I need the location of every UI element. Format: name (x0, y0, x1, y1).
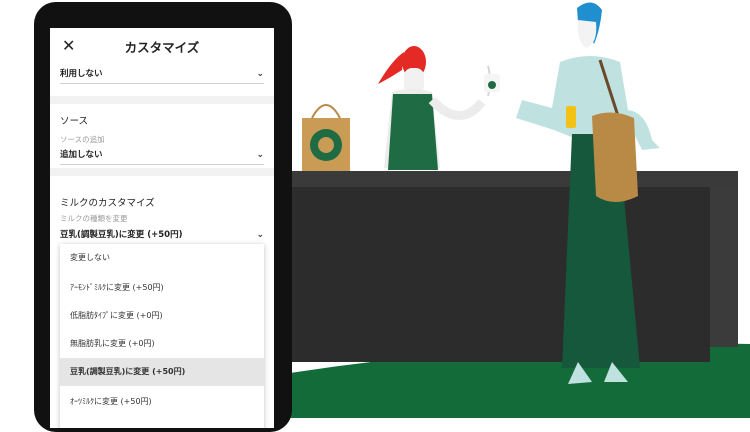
top-option-value: 利用しない (60, 69, 103, 79)
option-label: ｵｰﾂﾐﾙｸに変更 (+50円) (70, 397, 152, 406)
sauce-value: 追加しない (60, 150, 103, 160)
sauce-title: ソース (60, 116, 89, 127)
dropdown-option-selected[interactable]: 豆乳(調製豆乳)に変更 (+50円) (60, 358, 264, 386)
counter-side (710, 187, 738, 347)
barista-figure (378, 46, 500, 170)
milk-dropdown-list: 変更しない ｱｰﾓﾝﾄﾞﾐﾙｸに変更 (+50円) 低脂肪ﾀｲﾌﾟに変更 (+0… (60, 244, 264, 428)
dropdown-option[interactable]: ｱｰﾓﾝﾄﾞﾐﾙｸに変更 (+50円) (60, 274, 264, 302)
option-label: 変更しない (70, 253, 110, 262)
dropdown-option[interactable]: 無脂肪乳に変更 (+0円) (60, 330, 264, 358)
sauce-select[interactable]: 追加しない ⌄ (60, 148, 264, 165)
milk-sublabel: ミルクの種類を変更 (60, 214, 128, 223)
page-title: カスタマイズ (124, 40, 200, 55)
chevron-down-icon: ⌄ (256, 150, 264, 160)
dropdown-option[interactable]: ｵｰﾂﾐﾙｸに変更 (+50円) (60, 388, 264, 416)
top-option-section: 利用しない ⌄ (50, 66, 274, 96)
dropdown-option[interactable]: 低脂肪ﾀｲﾌﾟに変更 (+0円) (60, 302, 264, 330)
dropdown-option[interactable]: 変更しない (60, 244, 264, 272)
chevron-down-icon: ⌄ (256, 69, 264, 79)
customize-screen: ✕ カスタマイズ 利用しない ⌄ ソース ソースの追加 追加しない ⌄ ミルクの… (50, 28, 274, 428)
top-option-select[interactable]: 利用しない ⌄ (60, 67, 264, 84)
chevron-down-icon: ⌄ (256, 230, 264, 240)
option-label: 無脂肪乳に変更 (+0円) (70, 339, 155, 348)
counter-body (290, 187, 710, 362)
paper-bag (302, 104, 350, 171)
option-label: ｱｰﾓﾝﾄﾞﾐﾙｸに変更 (+50円) (70, 283, 164, 292)
milk-title: ミルクのカスタマイズ (60, 198, 155, 209)
milk-select[interactable]: 豆乳(調製豆乳)に変更 (+50円) ⌄ (60, 228, 264, 245)
option-label: 低脂肪ﾀｲﾌﾟに変更 (+0円) (70, 311, 163, 320)
counter-top (290, 171, 738, 187)
top-bar: ✕ カスタマイズ (50, 28, 274, 66)
sauce-sublabel: ソースの追加 (60, 135, 105, 144)
milk-value: 豆乳(調製豆乳)に変更 (+50円) (60, 230, 183, 240)
option-label: 豆乳(調製豆乳)に変更 (+50円) (70, 367, 186, 376)
sauce-section: ソース ソースの追加 追加しない ⌄ (50, 104, 274, 168)
